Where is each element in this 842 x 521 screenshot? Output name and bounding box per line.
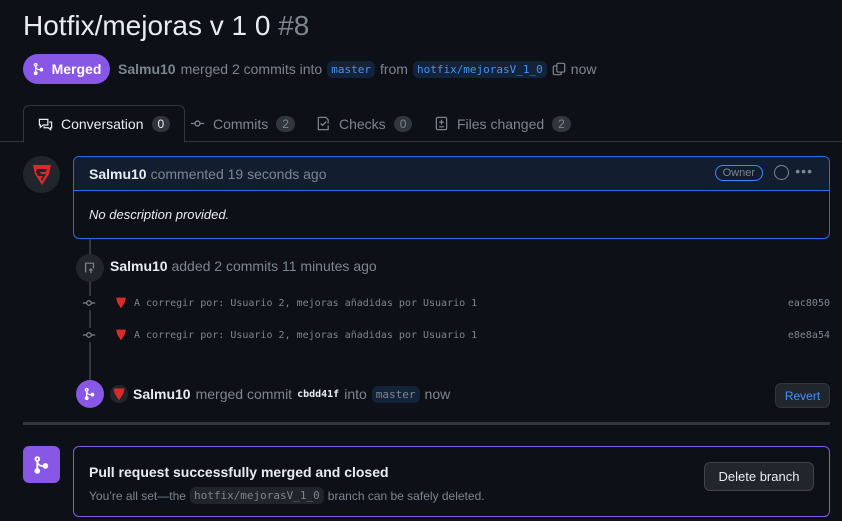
copy-icon[interactable] [552, 62, 566, 76]
git-commit-icon [82, 296, 96, 310]
merge-box-sub-before: You’re all set—the [89, 488, 186, 503]
repo-push-icon [76, 254, 104, 282]
merge-into-text: into [344, 386, 367, 402]
checklist-icon [317, 116, 329, 131]
owner-badge: Owner [714, 165, 763, 181]
commit-sha[interactable]: e8e8a54 [788, 330, 830, 341]
tab-commits[interactable]: Commits 2 [190, 105, 295, 142]
tab-count: 2 [552, 115, 571, 132]
merge-status-box: Pull request successfully merged and clo… [73, 446, 830, 517]
avatar[interactable] [23, 156, 60, 193]
tab-count: 0 [151, 116, 171, 132]
merge-time: now [424, 386, 451, 402]
commit-message[interactable]: A corregir por: Usuario 2, mejoras añadi… [134, 298, 477, 309]
tab-count: 2 [276, 115, 295, 132]
comment-body: No description provided. [89, 207, 230, 222]
push-text: added 2 commits 11 minutes ago [171, 258, 377, 274]
timeline-divider [23, 422, 830, 425]
commit-row: A corregir por: Usuario 2, mejoras añadi… [82, 293, 830, 313]
head-branch[interactable]: hotfix/mejorasV_1_0 [412, 60, 547, 78]
comment-header: Salmu10 commented 19 seconds ago Owner •… [74, 157, 829, 191]
user-avatar-logo [32, 164, 51, 185]
tab-label: Conversation [61, 116, 144, 132]
git-commit-icon [82, 328, 96, 342]
push-author[interactable]: Salmu10 [110, 258, 168, 274]
comment-author[interactable]: Salmu10 [89, 166, 147, 182]
base-branch[interactable]: master [327, 60, 375, 78]
git-merge-icon [23, 446, 60, 483]
merge-event: Salmu10 merged commit cbdd41f into maste… [110, 384, 450, 404]
pr-tabs: Conversation 0 Commits 2 Checks 0 Files … [0, 105, 842, 143]
tab-files-changed[interactable]: Files changed 2 [434, 105, 571, 142]
commit-sha[interactable]: eac8050 [788, 298, 830, 309]
avatar[interactable] [110, 385, 128, 403]
tab-label: Commits [213, 115, 269, 132]
tab-label: Files changed [457, 115, 545, 132]
merge-box-branch[interactable]: hotfix/mejorasV_1_0 [189, 487, 324, 504]
avatar[interactable] [114, 328, 128, 342]
merge-box-sub-after: branch can be safely deleted. [327, 488, 485, 503]
merge-box-title: Pull request successfully merged and clo… [89, 464, 389, 480]
merge-author[interactable]: Salmu10 [133, 386, 191, 402]
merge-target-branch[interactable]: master [371, 385, 420, 403]
pr-time: now [570, 61, 597, 77]
pr-description-comment: Salmu10 commented 19 seconds ago Owner •… [73, 156, 830, 239]
commit-message[interactable]: A corregir por: Usuario 2, mejoras añadi… [134, 330, 477, 341]
pr-title: Hotfix/mejoras v 1 0 #8 [23, 10, 309, 42]
merge-commit-sha[interactable]: cbdd41f [297, 389, 339, 400]
git-merge-icon [76, 380, 104, 408]
tab-count: 0 [393, 115, 413, 132]
tab-conversation[interactable]: Conversation 0 [23, 105, 186, 143]
merged-text: merged 2 commits into [180, 61, 323, 77]
pr-title-text: Hotfix/mejoras v 1 0 [23, 10, 271, 41]
git-merge-icon [33, 62, 43, 76]
from-text: from [379, 61, 408, 77]
kebab-horizontal-icon[interactable]: ••• [795, 163, 813, 179]
merge-text: merged commit [195, 386, 293, 402]
revert-button[interactable]: Revert [775, 383, 830, 408]
pr-status-line: Salmu10 merged 2 commits into master fro… [118, 59, 596, 79]
pr-author-link[interactable]: Salmu10 [118, 61, 176, 77]
git-commit-icon [190, 120, 205, 127]
merged-badge-label: Merged [51, 61, 102, 77]
push-event: Salmu10 added 2 commits 11 minutes ago [110, 258, 377, 274]
comment-discussion-icon [38, 118, 53, 131]
avatar[interactable] [114, 296, 128, 310]
tab-label: Checks [339, 115, 386, 132]
smiley-icon[interactable] [774, 165, 789, 180]
merge-box-subtitle: You’re all set—the hotfix/mejorasV_1_0 b… [89, 487, 485, 504]
tab-checks[interactable]: Checks 0 [316, 105, 413, 142]
comment-action[interactable]: commented 19 seconds ago [151, 166, 327, 182]
commit-row: A corregir por: Usuario 2, mejoras añadi… [82, 325, 830, 345]
merged-status-badge: Merged [23, 54, 110, 84]
file-diff-icon [435, 116, 448, 131]
delete-branch-button[interactable]: Delete branch [704, 462, 814, 491]
pr-number: #8 [278, 10, 310, 41]
